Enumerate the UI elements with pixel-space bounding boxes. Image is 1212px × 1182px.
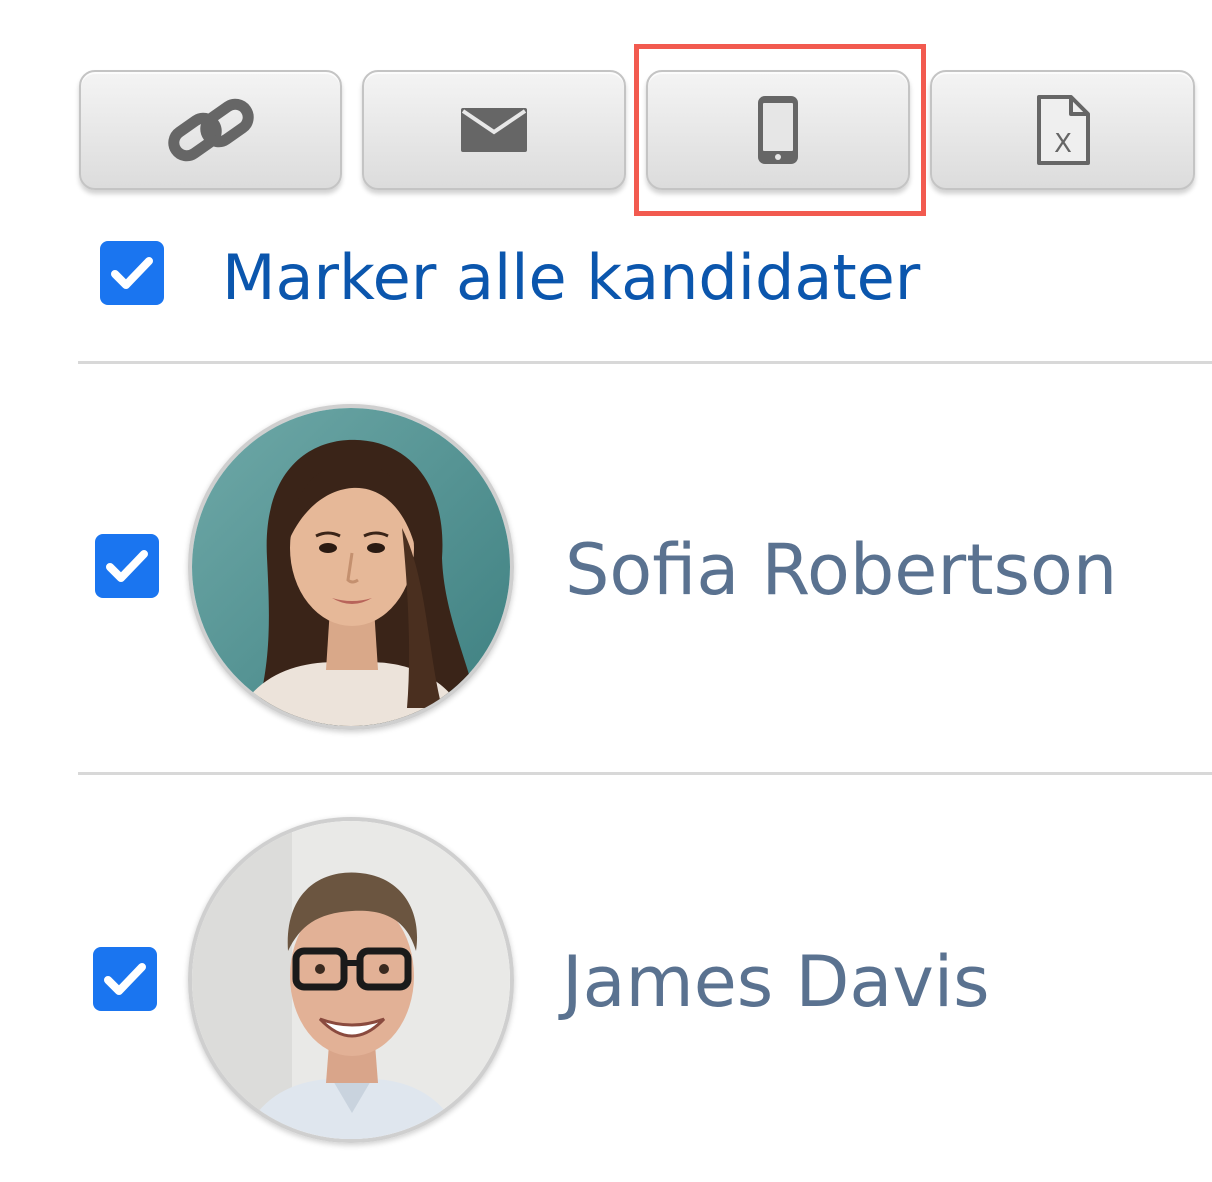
link-icon	[166, 94, 256, 166]
mobile-phone-icon	[756, 94, 800, 166]
candidate-checkbox[interactable]	[93, 947, 157, 1011]
envelope-icon	[461, 108, 527, 152]
checkmark-icon	[104, 963, 146, 995]
avatar	[188, 404, 514, 730]
candidate-checkbox[interactable]	[95, 534, 159, 598]
send-email-button[interactable]	[362, 70, 626, 190]
copy-link-button[interactable]	[79, 70, 342, 190]
select-all-checkbox[interactable]	[100, 241, 164, 305]
send-sms-button[interactable]	[646, 70, 910, 190]
excel-file-letter: X	[1054, 129, 1072, 159]
checkmark-icon	[106, 550, 148, 582]
select-all-label[interactable]: Marker alle kandidater	[222, 238, 920, 318]
candidate-name[interactable]: Sofia Robertson	[565, 525, 1117, 615]
export-excel-button[interactable]: X	[930, 70, 1195, 190]
candidate-name[interactable]: James Davis	[562, 937, 990, 1027]
divider	[78, 772, 1212, 775]
checkmark-icon	[111, 257, 153, 289]
excel-file-icon: X	[1035, 94, 1091, 166]
avatar	[188, 817, 514, 1143]
divider	[78, 361, 1212, 364]
